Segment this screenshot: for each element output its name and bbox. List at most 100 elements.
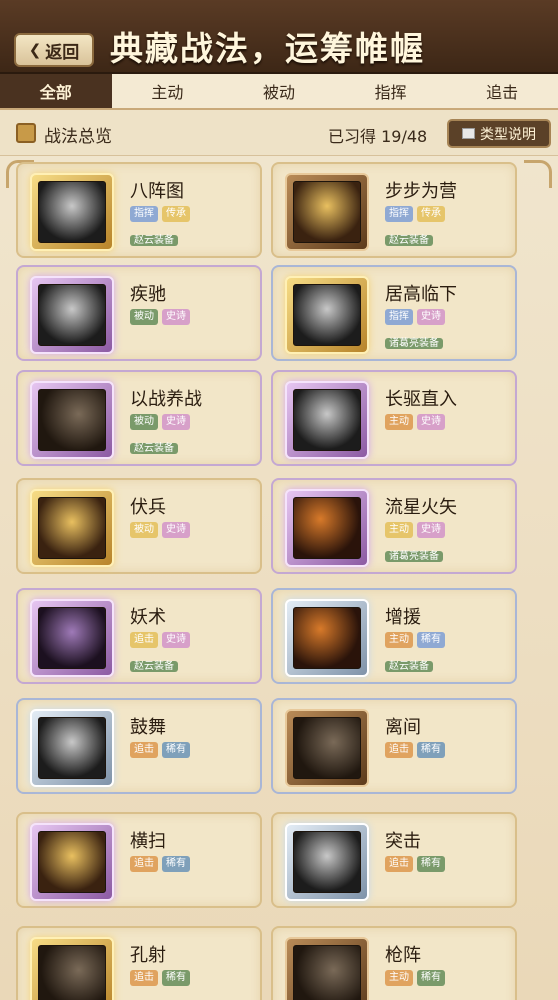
chevron-left-icon: ❮ (28, 41, 42, 59)
back-label: 返回 (45, 42, 80, 63)
tactic-type-tag: 主动 (385, 414, 413, 430)
tactic-equip-tag: 赵云装备 (385, 661, 433, 672)
tactic-card[interactable]: 妖术 追击 史诗 赵云装备 (16, 588, 262, 684)
tactic-type-tag: 追击 (385, 856, 413, 872)
tactic-type-tag: 被动 (130, 414, 158, 430)
tactic-name: 流星火矢 (385, 497, 457, 518)
tactic-name: 枪阵 (385, 945, 421, 966)
tactic-rarity-tag: 传承 (417, 206, 445, 222)
tactic-frame (30, 173, 114, 251)
tactic-name: 离间 (385, 717, 421, 738)
tactic-frame (285, 381, 369, 459)
summary-bar: 战法总览 已习得 19/48 类型说明 (0, 110, 558, 156)
tactic-type-tag: 主动 (385, 632, 413, 648)
tactics-list[interactable]: 八阵图 指挥 传承 赵云装备 步步为营 指挥 传承 赵云装备 疾驰 被动 史诗 居高临… (0, 156, 558, 1000)
tactic-card[interactable]: 孔射 追击 稀有 (16, 926, 262, 1000)
tactic-art-icon (293, 389, 361, 451)
tactic-art-icon (293, 181, 361, 243)
tactic-card[interactable]: 离间 追击 稀有 (271, 698, 517, 794)
tactic-frame (285, 709, 369, 787)
tactic-frame (285, 599, 369, 677)
tactic-name: 横扫 (130, 831, 166, 852)
tactic-rarity-tag: 稀有 (162, 856, 190, 872)
tactic-card[interactable]: 伏兵 被动 史诗 (16, 478, 262, 574)
tactic-art-icon (38, 181, 106, 243)
summary-title: 战法总览 (44, 127, 112, 147)
tactic-frame (30, 709, 114, 787)
tactic-art-icon (293, 831, 361, 893)
tactic-card[interactable]: 疾驰 被动 史诗 (16, 265, 262, 361)
tactic-card[interactable]: 增援 主动 稀有 赵云装备 (271, 588, 517, 684)
tactic-card[interactable]: 八阵图 指挥 传承 赵云装备 (16, 162, 262, 258)
tactic-equip-tag: 赵云装备 (130, 661, 178, 672)
tactic-type-tag: 追击 (130, 742, 158, 758)
tactic-name: 妖术 (130, 607, 166, 628)
tab-command[interactable]: 指挥 (335, 74, 447, 108)
tactic-frame (285, 489, 369, 567)
tactic-rarity-tag: 稀有 (417, 742, 445, 758)
tactic-type-tag: 追击 (130, 970, 158, 986)
tactic-art-icon (38, 389, 106, 451)
learned-count: 已习得 19/48 (328, 127, 428, 146)
page-title: 典藏战法，运筹帷幄 (110, 29, 425, 68)
tactic-type-tag: 指挥 (385, 206, 413, 222)
corner-ornament-icon (524, 160, 552, 188)
tactic-frame (285, 173, 369, 251)
tab-all[interactable]: 全部 (0, 74, 112, 108)
tactic-rarity-tag: 稀有 (417, 632, 445, 648)
tactic-card[interactable]: 枪阵 主动 稀有 (271, 926, 517, 1000)
tactic-name: 孔射 (130, 945, 166, 966)
tactic-type-tag: 被动 (130, 309, 158, 325)
tactic-art-icon (293, 284, 361, 346)
scroll-icon (16, 123, 36, 143)
tab-passive[interactable]: 被动 (223, 74, 335, 108)
tactic-art-icon (293, 717, 361, 779)
tactic-art-icon (38, 831, 106, 893)
type-info-label: 类型说明 (480, 126, 536, 143)
tactic-name: 鼓舞 (130, 717, 166, 738)
type-info-button[interactable]: 类型说明 (447, 119, 551, 148)
tactic-equip-tag: 赵云装备 (130, 443, 178, 454)
header-bar: ❮ 返回 典藏战法，运筹帷幄 (0, 0, 558, 74)
tactic-card[interactable]: 流星火矢 主动 史诗 诸葛亮装备 (271, 478, 517, 574)
tactic-equip-tag: 诸葛亮装备 (385, 551, 443, 562)
tactic-card[interactable]: 步步为营 指挥 传承 赵云装备 (271, 162, 517, 258)
tactic-equip-tag: 赵云装备 (130, 235, 178, 246)
tactic-card[interactable]: 居高临下 指挥 史诗 诸葛亮装备 (271, 265, 517, 361)
tactic-name: 伏兵 (130, 497, 166, 518)
tab-active[interactable]: 主动 (112, 74, 224, 108)
tactic-card[interactable]: 长驱直入 主动 史诗 (271, 370, 517, 466)
tactic-equip-tag: 诸葛亮装备 (385, 338, 443, 349)
tactic-card[interactable]: 突击 追击 稀有 (271, 812, 517, 908)
tactic-name: 以战养战 (130, 389, 202, 410)
tactic-art-icon (38, 497, 106, 559)
book-icon (462, 128, 475, 139)
tactic-name: 居高临下 (385, 284, 457, 305)
tactic-art-icon (293, 607, 361, 669)
tactic-card[interactable]: 鼓舞 追击 稀有 (16, 698, 262, 794)
tactic-rarity-tag: 稀有 (417, 856, 445, 872)
tab-pursuit[interactable]: 追击 (446, 74, 558, 108)
tactic-type-tag: 指挥 (130, 206, 158, 222)
tactic-name: 长驱直入 (385, 389, 457, 410)
tactic-rarity-tag: 史诗 (162, 632, 190, 648)
tactic-type-tag: 指挥 (385, 309, 413, 325)
tactic-rarity-tag: 史诗 (417, 522, 445, 538)
tactic-art-icon (38, 284, 106, 346)
tactic-frame (30, 276, 114, 354)
tactic-art-icon (38, 945, 106, 1000)
tactic-card[interactable]: 以战养战 被动 史诗 赵云装备 (16, 370, 262, 466)
back-button[interactable]: ❮ 返回 (14, 33, 94, 67)
tactic-name: 突击 (385, 831, 421, 852)
tactic-type-tag: 主动 (385, 970, 413, 986)
tactic-frame (30, 937, 114, 1000)
tactic-equip-tag: 赵云装备 (385, 235, 433, 246)
tactic-rarity-tag: 史诗 (417, 414, 445, 430)
tactic-type-tag: 追击 (130, 632, 158, 648)
tactic-art-icon (293, 497, 361, 559)
tactic-rarity-tag: 史诗 (417, 309, 445, 325)
tab-bar: 全部 主动 被动 指挥 追击 (0, 74, 558, 110)
tactic-type-tag: 追击 (385, 742, 413, 758)
tactic-frame (285, 937, 369, 1000)
tactic-card[interactable]: 横扫 追击 稀有 (16, 812, 262, 908)
